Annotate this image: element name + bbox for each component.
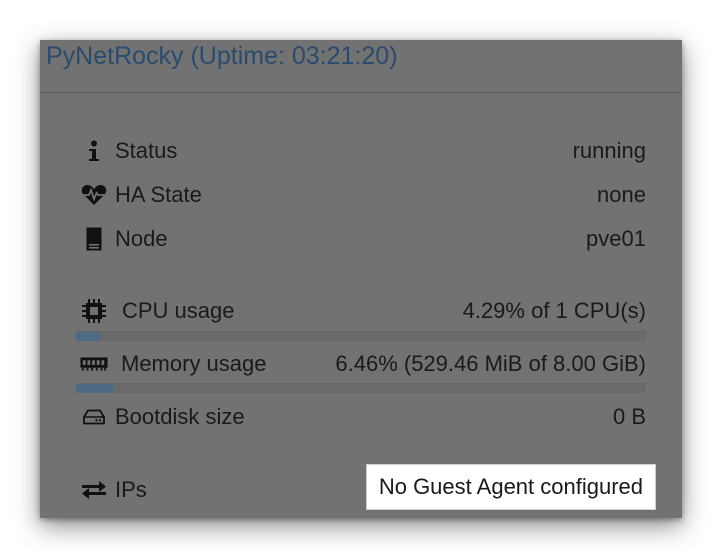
memory-usage-bar (76, 383, 646, 393)
exchange-icon (80, 474, 108, 506)
cpu-usage-bar (76, 331, 646, 341)
heartbeat-icon (80, 179, 108, 211)
ha-state-row: HA State none (40, 179, 682, 211)
bootdisk-label: Bootdisk size (115, 404, 245, 429)
cpu-usage-bar-fill (76, 332, 101, 341)
ha-state-label: HA State (115, 182, 202, 207)
cpu-label: CPU usage (122, 298, 235, 323)
panel-header: PyNetRocky (Uptime: 03:21:20) (40, 40, 682, 93)
memory-icon (80, 348, 108, 380)
info-icon (80, 135, 108, 167)
memory-label: Memory usage (121, 351, 267, 376)
ha-state-value: none (597, 182, 646, 207)
node-value: pve01 (586, 226, 646, 251)
status-row: Status running (40, 135, 682, 167)
node-label: Node (115, 226, 168, 251)
panel-title: PyNetRocky (Uptime: 03:21:20) (46, 42, 398, 70)
node-row: Node pve01 (40, 223, 682, 255)
bootdisk-value: 0 B (612, 404, 646, 429)
memory-row: Memory usage 6.46% (529.46 MiB of 8.00 G… (40, 348, 682, 380)
server-icon (80, 223, 108, 255)
bootdisk-row: Bootdisk size 0 B (40, 401, 682, 433)
status-label: Status (115, 138, 178, 163)
ips-label: IPs (115, 477, 147, 502)
cpu-chip-icon (80, 295, 108, 327)
cpu-row: CPU usage 4.29% of 1 CPU(s) (40, 295, 682, 327)
cpu-value: 4.29% of 1 CPU(s) (462, 298, 646, 323)
vm-summary-panel: PyNetRocky (Uptime: 03:21:20) Status run… (40, 40, 682, 518)
status-value: running (572, 138, 646, 163)
memory-value: 6.46% (529.46 MiB of 8.00 GiB) (335, 351, 646, 376)
no-guest-agent-notice: No Guest Agent configured (365, 464, 656, 510)
memory-usage-bar-fill (76, 384, 113, 393)
hdd-icon (80, 401, 108, 433)
